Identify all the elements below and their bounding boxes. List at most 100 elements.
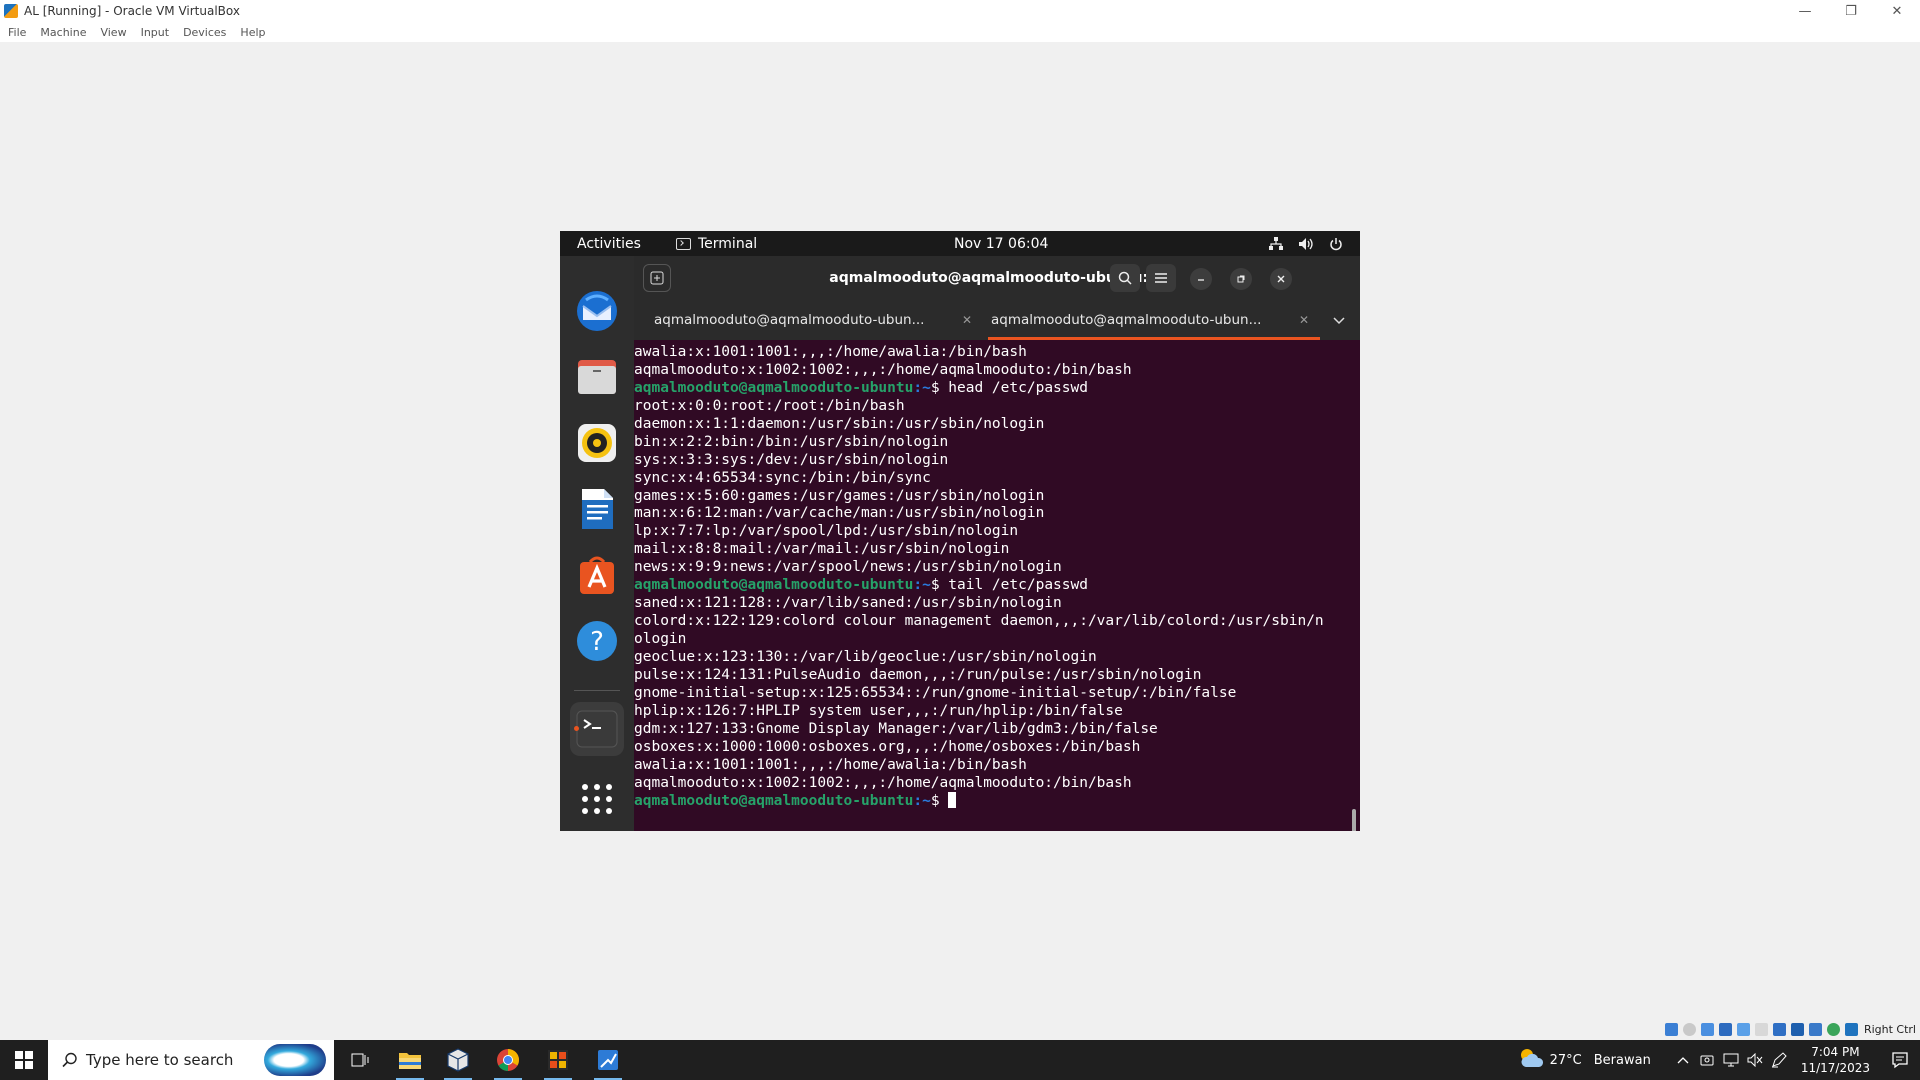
snip-icon[interactable] (584, 1040, 632, 1080)
vbox-titlebar: AL [Running] - Oracle VM VirtualBox — ❐ … (0, 0, 1920, 22)
virtualbox-app-icon (4, 4, 18, 18)
terminal-command-line: aqmalmooduto@aqmalmooduto-ubuntu:~$ tail… (634, 577, 1352, 595)
terminal-tab-1[interactable]: aqmalmooduto@aqmalmooduto-ubun... ✕ (654, 300, 972, 340)
terminal-output[interactable]: awalia:x:1001:1001:,,,:/home/awalia:/bin… (634, 344, 1352, 831)
terminal-output-line: aqmalmooduto:x:1002:1002:,,,:/home/aqmal… (634, 361, 1132, 378)
vbox-statusbar: Right Ctrl (1654, 1020, 1920, 1038)
prompt-path: :~ (913, 379, 931, 396)
prompt-command: $ (930, 793, 949, 810)
restore-button[interactable]: ❐ (1828, 0, 1874, 22)
new-tab-button[interactable] (643, 264, 671, 292)
file-explorer-icon[interactable] (386, 1040, 434, 1080)
weather-description[interactable]: Berawan (1594, 1053, 1651, 1068)
menu-devices[interactable]: Devices (183, 26, 226, 39)
guest-additions-icon[interactable] (1826, 1022, 1840, 1036)
chevron-down-icon[interactable] (1332, 313, 1346, 327)
usb-icon[interactable] (1736, 1022, 1750, 1036)
taskbar-search-box[interactable]: Type here to search (48, 1040, 334, 1080)
chevron-up-icon[interactable] (1671, 1040, 1695, 1080)
close-terminal-button[interactable] (1270, 268, 1292, 290)
notification-icon[interactable] (1880, 1040, 1920, 1080)
text-cursor (948, 792, 957, 809)
tab-label: aqmalmooduto@aqmalmooduto-ubun... (654, 312, 925, 328)
prompt-user: aqmalmooduto@aqmalmooduto-ubuntu (634, 577, 914, 594)
terminal-output-line: bin:x:2:2:bin:/bin:/usr/sbin/nologin (634, 433, 949, 450)
help-icon[interactable]: ? (570, 614, 624, 668)
search-icon (62, 1052, 77, 1068)
terminal-tab-2[interactable]: aqmalmooduto@aqmalmooduto-ubun... ✕ (991, 300, 1309, 340)
files-icon[interactable] (570, 350, 624, 404)
guest-screen[interactable]: Activities Terminal Nov 17 06:04 ? aqmal… (560, 231, 1360, 831)
terminal-output-line: root:x:0:0:root:/root:/bin/bash (634, 397, 905, 414)
terminal-output-line: ologin (634, 631, 687, 647)
window-controls: — ❐ ✕ (1782, 0, 1920, 22)
hard-disk-icon[interactable] (1664, 1022, 1678, 1036)
menu-file[interactable]: File (8, 26, 26, 39)
app-center-icon[interactable] (570, 548, 624, 602)
weather-temperature[interactable]: 27°C (1550, 1053, 1582, 1068)
task-view-icon[interactable] (336, 1040, 384, 1080)
network-icon[interactable] (1268, 236, 1284, 252)
taskbar-clock[interactable]: 7:04 PM 11/17/2023 (1801, 1044, 1870, 1076)
search-button[interactable] (1110, 264, 1140, 292)
start-button[interactable] (0, 1040, 48, 1080)
meet-now-icon[interactable] (1695, 1040, 1719, 1080)
terminal-output-line: sys:x:3:3:sys:/dev:/usr/sbin/nologin (634, 451, 949, 468)
git-icon[interactable] (534, 1040, 582, 1080)
terminal-output-line: news:x:9:9:news:/var/spool/news:/usr/sbi… (634, 559, 1062, 576)
chrome-icon[interactable] (484, 1040, 532, 1080)
clock[interactable]: Nov 17 06:04 (954, 236, 1048, 252)
prompt-command: $ tail /etc/passwd (930, 577, 1088, 594)
activities-button[interactable]: Activities (577, 236, 641, 252)
menu-machine[interactable]: Machine (40, 26, 86, 39)
terminal-icon[interactable] (570, 702, 624, 756)
search-icon (1118, 271, 1132, 285)
power-icon[interactable] (1328, 236, 1344, 252)
display-icon[interactable] (1772, 1022, 1786, 1036)
terminal-output-line: sync:x:4:65534:sync:/bin:/bin/sync (634, 469, 931, 486)
menu-button[interactable] (1146, 264, 1176, 292)
thunderbird-icon[interactable] (570, 284, 624, 338)
prompt-path: :~ (913, 577, 931, 594)
minimize-button[interactable]: — (1782, 0, 1828, 22)
network-adapter-icon[interactable] (1718, 1022, 1732, 1036)
terminal-output-line: hplip:x:126:7:HPLIP system user,,,:/run/… (634, 702, 1123, 719)
host-key-label: Right Ctrl (1863, 1022, 1916, 1036)
volume-muted-icon[interactable] (1743, 1040, 1767, 1080)
terminal-output-line: daemon:x:1:1:daemon:/usr/sbin:/usr/sbin/… (634, 415, 1045, 432)
show-apps-icon[interactable] (570, 772, 624, 826)
virtualbox-icon[interactable] (434, 1040, 482, 1080)
audio-icon[interactable] (1700, 1022, 1714, 1036)
terminal-output-line: osboxes:x:1000:1000:osboxes.org,,,:/home… (634, 738, 1141, 755)
terminal-small-icon (676, 237, 691, 250)
windows-taskbar: Type here to search 27°C Berawan 7:04 PM… (0, 1040, 1920, 1080)
volume-icon[interactable] (1298, 236, 1314, 252)
cpu-icon[interactable] (1808, 1022, 1822, 1036)
running-indicator (574, 726, 579, 731)
scrollbar[interactable] (1352, 809, 1356, 831)
menu-help[interactable]: Help (240, 26, 265, 39)
optical-drive-icon[interactable] (1682, 1022, 1696, 1036)
close-tab-icon[interactable]: ✕ (1299, 313, 1309, 327)
clock-time: 7:04 PM (1811, 1045, 1860, 1059)
terminal-window: aqmalmooduto@aqmalmooduto-ubuntu: ~ aqma… (634, 256, 1360, 831)
rhythmbox-icon[interactable] (570, 416, 624, 470)
app-menu[interactable]: Terminal (676, 236, 757, 252)
menu-input[interactable]: Input (141, 26, 169, 39)
terminal-output-line: games:x:5:60:games:/usr/games:/usr/sbin/… (634, 487, 1045, 504)
system-status-area[interactable] (1268, 236, 1344, 252)
shared-folders-icon[interactable] (1754, 1022, 1768, 1036)
minimize-terminal-button[interactable] (1190, 268, 1212, 290)
close-button[interactable]: ✕ (1874, 0, 1920, 22)
prompt-user: aqmalmooduto@aqmalmooduto-ubuntu (634, 379, 914, 396)
close-tab-icon[interactable]: ✕ (962, 313, 972, 327)
menu-view[interactable]: View (100, 26, 126, 39)
pen-icon[interactable] (1767, 1040, 1791, 1080)
maximize-terminal-button[interactable] (1230, 268, 1252, 290)
libreoffice-writer-icon[interactable] (570, 482, 624, 536)
network-icon[interactable] (1719, 1040, 1743, 1080)
mouse-integration-icon[interactable] (1844, 1022, 1858, 1036)
recording-icon[interactable] (1790, 1022, 1804, 1036)
terminal-output-line: geoclue:x:123:130::/var/lib/geoclue:/usr… (634, 648, 1097, 665)
weather-icon[interactable] (1518, 1047, 1544, 1073)
